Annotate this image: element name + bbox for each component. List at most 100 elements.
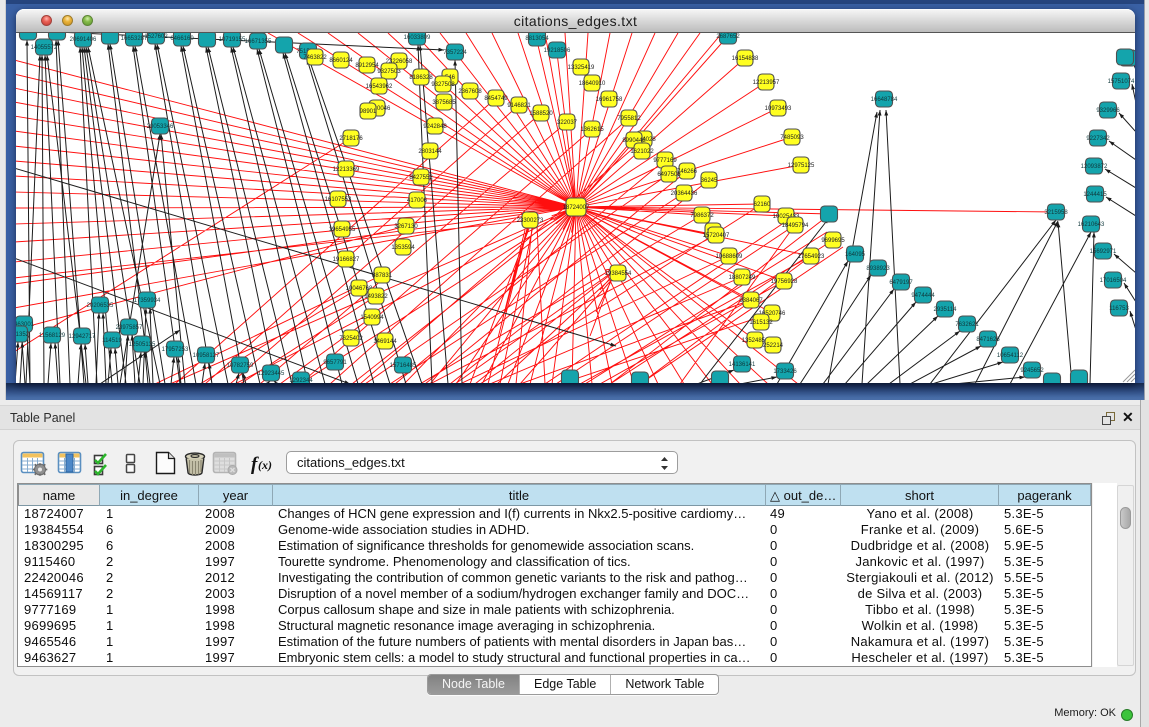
svg-text:15692971: 15692971 [1090,249,1117,255]
svg-text:10719155: 10719155 [219,37,246,43]
svg-text:13325419: 13325419 [568,65,595,71]
svg-text:17016504: 17016504 [1100,278,1127,284]
svg-text:19166827: 19166827 [333,257,360,263]
svg-text:10688609: 10688609 [716,254,743,260]
svg-text:15716485: 15716485 [390,363,417,369]
svg-text:252214: 252214 [763,343,784,349]
svg-text:2718176: 2718176 [339,136,363,142]
svg-text:1292344: 1292344 [289,378,313,383]
svg-text:3875685: 3875685 [432,100,456,106]
svg-text:12975125: 12975125 [788,163,815,169]
svg-text:164095: 164095 [845,252,866,258]
svg-text:8454749: 8454749 [484,96,508,102]
svg-text:12093872: 12093872 [1081,164,1108,170]
svg-text:16961758: 16961758 [596,97,623,103]
svg-text:7463822: 7463822 [303,55,327,61]
svg-text:114519: 114519 [102,338,122,344]
svg-text:2367608: 2367608 [458,89,482,95]
svg-text:98901: 98901 [360,109,377,115]
svg-text:16154838: 16154838 [732,56,759,62]
svg-text:16648784: 16648784 [871,97,898,103]
svg-text:9777169: 9777169 [653,158,677,164]
svg-text:12923445: 12923445 [258,371,285,377]
svg-text:6497508: 6497508 [657,172,681,178]
svg-text:15720407: 15720407 [703,233,730,239]
svg-text:9245652: 9245652 [1020,368,1044,374]
svg-text:7632621: 7632621 [955,322,979,328]
svg-text:1621022: 1621022 [630,149,654,155]
svg-text:6466160: 6466160 [170,36,194,42]
svg-text:3267130: 3267130 [394,224,418,230]
svg-text:9474444: 9474444 [911,293,935,299]
svg-text:12213957: 12213957 [753,80,780,86]
svg-text:116753: 116753 [1109,306,1129,312]
svg-text:7357224: 7357224 [443,50,467,56]
svg-text:1244415: 1244415 [1083,192,1107,198]
svg-text:17654923: 17654923 [798,254,825,260]
svg-text:16033809: 16033809 [404,35,431,41]
svg-text:417006: 417006 [407,198,428,204]
svg-text:23975857: 23975857 [116,325,143,331]
svg-text:1493822: 1493822 [364,294,388,300]
svg-text:8813054: 8813054 [525,36,549,42]
svg-text:8427552: 8427552 [409,175,433,181]
svg-text:2803144: 2803144 [418,149,442,155]
svg-text:9227342: 9227342 [1086,136,1110,142]
svg-text:10973493: 10973493 [765,106,792,112]
svg-text:19756928: 19756928 [771,279,798,285]
svg-text:(x): (x) [258,458,272,472]
svg-text:12213369: 12213369 [333,167,360,173]
svg-text:8912954: 8912954 [355,63,379,69]
svg-text:7955812: 7955812 [617,116,641,122]
svg-text:2687652: 2687652 [716,34,740,40]
svg-text:15751074: 15751074 [1108,79,1135,85]
svg-text:1353594: 1353594 [391,245,415,251]
svg-text:16210643: 16210643 [1078,222,1105,228]
svg-text:18495794: 18495794 [782,223,809,229]
svg-text:8660124: 8660124 [329,58,353,64]
svg-text:1362615: 1362615 [580,127,604,133]
svg-text:20364436: 20364436 [671,191,698,197]
svg-text:62160: 62160 [754,202,771,208]
svg-text:9327503: 9327503 [377,69,401,75]
svg-text:1615132: 1615132 [749,320,773,326]
svg-text:19654955: 19654955 [329,227,356,233]
svg-text:887831: 887831 [372,273,393,279]
svg-text:18724007: 18724007 [563,205,590,211]
svg-text:9329966: 9329966 [1096,108,1120,114]
svg-text:3215958: 3215958 [1044,210,1068,216]
svg-text:9384067: 9384067 [739,298,763,304]
svg-text:9327508: 9327508 [431,82,455,88]
svg-text:7485093: 7485093 [780,135,804,141]
svg-text:36245: 36245 [701,178,718,184]
svg-text:19384554: 19384554 [605,271,632,277]
svg-text:20206535: 20206535 [87,303,114,309]
svg-text:14055572: 14055572 [31,45,58,51]
svg-text:8186328: 8186328 [409,75,433,81]
svg-text:17359934: 17359934 [134,298,161,304]
svg-text:12942717: 12942717 [69,334,96,340]
svg-text:16671355: 16671355 [245,39,272,45]
svg-text:17957253: 17957253 [162,347,189,353]
svg-text:8938923: 8938923 [866,266,890,272]
svg-text:391352: 391352 [16,332,30,338]
svg-text:2935114: 2935114 [934,307,958,313]
svg-text:18640910: 18640910 [579,81,606,87]
svg-text:23300273: 23300273 [517,218,544,224]
svg-text:12505135: 12505135 [129,342,156,348]
svg-text:18807249: 18807249 [729,275,756,281]
svg-text:9146821: 9146821 [507,103,531,109]
svg-text:11568129: 11568129 [39,333,66,339]
svg-text:322037: 322037 [557,120,578,126]
svg-text:6479197: 6479197 [889,280,913,286]
svg-text:10654112: 10654112 [997,353,1024,359]
svg-text:1588520: 1588520 [529,111,553,117]
svg-text:19218506: 19218506 [544,48,571,54]
svg-text:9657791: 9657791 [323,360,347,366]
svg-text:20053346: 20053346 [147,124,174,130]
svg-text:14136141: 14136141 [729,362,756,368]
svg-text:9699695: 9699695 [821,238,845,244]
svg-text:1469144: 1469144 [373,339,397,345]
svg-text:8471626: 8471626 [976,337,1000,343]
svg-text:1733426: 1733426 [773,369,797,375]
